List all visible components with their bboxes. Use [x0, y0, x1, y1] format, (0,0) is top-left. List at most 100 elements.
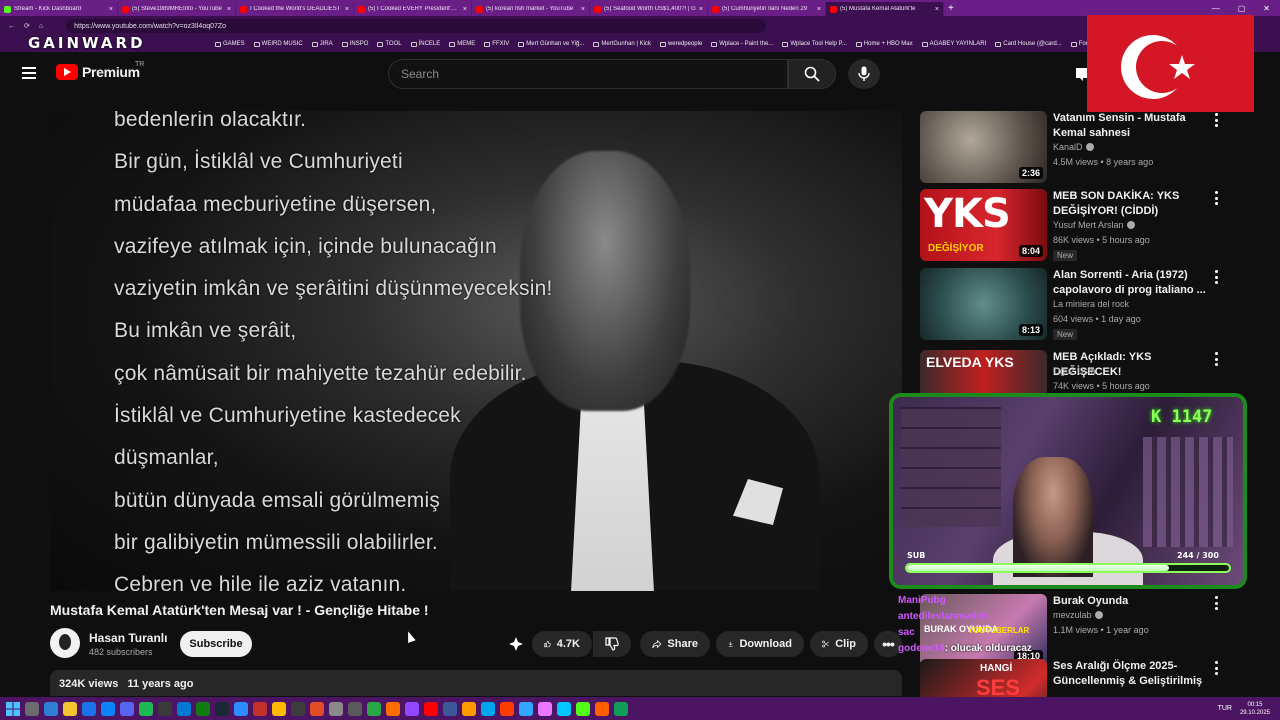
home-icon[interactable]: ⌂: [39, 23, 43, 30]
bookmark-item[interactable]: Home + HBO Max: [855, 41, 913, 47]
hamburger-menu-icon[interactable]: [22, 67, 36, 79]
taskbar-app-icon[interactable]: [158, 701, 172, 716]
share-button[interactable]: Share: [640, 631, 710, 657]
taskbar-app-icon[interactable]: [557, 701, 571, 716]
taskbar-app-icon[interactable]: [82, 701, 96, 716]
minimize-icon[interactable]: —: [1212, 4, 1220, 13]
taskbar-app-icon[interactable]: [481, 701, 495, 716]
close-tab-icon[interactable]: ×: [581, 6, 585, 13]
search-input[interactable]: [401, 67, 787, 81]
recommended-video[interactable]: 8:13 Alan Sorrenti - Aria (1972) capolavo…: [920, 268, 1250, 342]
browser-tab[interactable]: (5) Cumhuriyetin İlanı Neden 29 ×: [708, 2, 826, 16]
recommended-channel[interactable]: La miniera del rock: [1053, 299, 1129, 309]
more-vertical-icon[interactable]: [1212, 191, 1220, 205]
video-thumbnail[interactable]: 8:13: [920, 268, 1047, 340]
bookmark-item[interactable]: WEIRD MUSIC: [253, 41, 303, 47]
taskbar-app-icon[interactable]: [405, 701, 419, 716]
youtube-logo[interactable]: Premium: [56, 64, 140, 80]
more-vertical-icon[interactable]: [1212, 270, 1220, 284]
bookmark-item[interactable]: Mert Günhan ve Yiğ...: [518, 41, 584, 47]
close-tab-icon[interactable]: ×: [345, 6, 349, 13]
taskbar-app-icon[interactable]: [177, 701, 191, 716]
bookmark-item[interactable]: weredpeople: [659, 41, 702, 47]
taskbar-app-icon[interactable]: [367, 701, 381, 716]
back-icon[interactable]: ←: [8, 23, 15, 30]
clock[interactable]: 00:15 29.10.2025: [1240, 701, 1270, 717]
more-vertical-icon[interactable]: [1212, 113, 1220, 127]
bookmark-item[interactable]: FFXIV: [484, 41, 509, 47]
taskbar-app-icon[interactable]: [424, 701, 438, 716]
like-button[interactable]: 4.7K: [532, 631, 592, 657]
more-vertical-icon[interactable]: [1212, 661, 1220, 675]
taskbar-app-icon[interactable]: [538, 701, 552, 716]
new-tab-button[interactable]: +: [948, 3, 954, 14]
taskbar-app-icon[interactable]: [329, 701, 343, 716]
voice-search-button[interactable]: [848, 59, 880, 89]
windows-start-icon[interactable]: [6, 701, 20, 716]
recommended-video[interactable]: YKS DEĞİŞİYOR 8:04 MEB SON DAKİKA: YKS DEĞİ…: [920, 189, 1250, 263]
close-tab-icon[interactable]: ×: [227, 6, 231, 13]
recommended-channel[interactable]: Oğuz Usta: [1053, 366, 1096, 376]
bookmark-item[interactable]: Card House (@card...: [995, 41, 1062, 47]
recommended-video[interactable]: 2:36 Vatanım Sensin - Mustafa Kemal sahne…: [920, 111, 1250, 185]
taskbar-app-icon[interactable]: [576, 701, 590, 716]
taskbar-app-icon[interactable]: [386, 701, 400, 716]
taskbar-app-icon[interactable]: [101, 701, 115, 716]
download-button[interactable]: Download: [716, 631, 804, 657]
url-field[interactable]: https://www.youtube.com/watch?v=oz3Il4oq…: [66, 19, 767, 33]
video-player[interactable]: bedenlerin olacaktır. Bir gün, İstiklâl v…: [50, 111, 902, 591]
more-vertical-icon[interactable]: [1212, 596, 1220, 610]
close-tab-icon[interactable]: ×: [817, 6, 821, 13]
taskbar-app-icon[interactable]: [443, 701, 457, 716]
close-tab-icon[interactable]: ×: [699, 6, 703, 13]
bookmark-item[interactable]: Wplace - Paint the...: [711, 41, 773, 47]
taskbar-app-icon[interactable]: [462, 701, 476, 716]
bookmark-item[interactable]: Wplace Tool Help P...: [782, 41, 847, 47]
bookmark-item[interactable]: MEME: [449, 41, 475, 47]
taskbar-app-icon[interactable]: [348, 701, 362, 716]
taskbar-app-icon[interactable]: [272, 701, 286, 716]
taskbar-app-icon[interactable]: [614, 701, 628, 716]
maximize-icon[interactable]: ▢: [1238, 4, 1246, 13]
recommended-channel[interactable]: mevzulab: [1053, 610, 1103, 620]
channel-avatar[interactable]: [50, 628, 80, 658]
bookmark-item[interactable]: İNCELE: [410, 41, 440, 47]
bookmark-item[interactable]: JIRA: [311, 41, 333, 47]
language-indicator[interactable]: TUR: [1218, 705, 1232, 712]
recommended-channel[interactable]: KanalD: [1053, 142, 1094, 152]
browser-tab[interactable]: I Cooked the World's DEADLIEST ×: [236, 2, 354, 16]
taskbar-app-icon[interactable]: [120, 701, 134, 716]
bookmark-item[interactable]: TOOL: [377, 41, 402, 47]
more-vertical-icon[interactable]: [1212, 352, 1220, 366]
recommended-channel[interactable]: Yusuf Mert Arslan: [1053, 220, 1135, 230]
taskbar-app-icon[interactable]: [234, 701, 248, 716]
browser-tab[interactable]: (5) Seafood Worth US$1,400?! | G ×: [590, 2, 708, 16]
video-thumbnail[interactable]: 2:36: [920, 111, 1047, 183]
taskbar-app-icon[interactable]: [139, 701, 153, 716]
taskbar-app-icon[interactable]: [291, 701, 305, 716]
bookmark-item[interactable]: MertGunhan | Kick: [593, 41, 651, 47]
reload-icon[interactable]: ⟳: [24, 22, 30, 30]
bookmark-item[interactable]: AGABEY YAYINLARI: [921, 41, 986, 47]
channel-name[interactable]: Hasan Turanlı: [89, 631, 167, 645]
taskbar-app-icon[interactable]: [25, 701, 39, 716]
clip-button[interactable]: Clip: [810, 631, 868, 657]
taskbar-app-icon[interactable]: [519, 701, 533, 716]
browser-tab[interactable]: (5) korean fish market - YouTube ×: [472, 2, 590, 16]
close-tab-icon[interactable]: ×: [109, 6, 113, 13]
bookmark-item[interactable]: GAMES: [215, 41, 245, 47]
browser-tab[interactable]: (5) Steve1989MREInfo - YouTube ×: [118, 2, 236, 16]
description-box[interactable]: 324K views 11 years ago: [50, 670, 902, 696]
search-button[interactable]: [788, 59, 836, 89]
video-thumbnail[interactable]: YKS DEĞİŞİYOR 8:04: [920, 189, 1047, 261]
taskbar-app-icon[interactable]: [500, 701, 514, 716]
taskbar-app-icon[interactable]: [310, 701, 324, 716]
browser-tab[interactable]: (5) I Cooked EVERY President's Fa ×: [354, 2, 472, 16]
bookmark-item[interactable]: INSPO: [341, 41, 368, 47]
taskbar-app-icon[interactable]: [253, 701, 267, 716]
taskbar-app-icon[interactable]: [215, 701, 229, 716]
browser-tab[interactable]: (5) Mustafa Kemal Atatürk'te ×: [826, 2, 944, 16]
taskbar-app-icon[interactable]: [63, 701, 77, 716]
taskbar-app-icon[interactable]: [595, 701, 609, 716]
taskbar-app-icon[interactable]: [44, 701, 58, 716]
